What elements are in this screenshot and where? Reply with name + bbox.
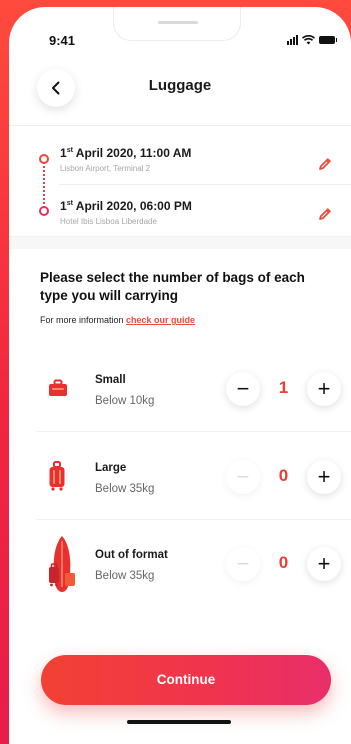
departure-day: 1	[60, 146, 67, 160]
edit-departure-pencil-icon[interactable]	[317, 156, 333, 172]
departure-location: Lisbon Airport, Terminal 2	[60, 164, 151, 173]
large-bag-stepper: − 0 +	[226, 460, 341, 496]
home-indicator	[127, 720, 231, 724]
out-of-format-stepper: − 0 +	[226, 547, 341, 583]
more-info-text: For more information check our guide	[40, 315, 195, 325]
arrival-marker-icon	[39, 206, 49, 216]
bag-row-large: Large Below 35kg − 0 +	[36, 433, 351, 520]
speaker	[158, 21, 198, 24]
status-icons	[287, 35, 337, 45]
signal-icon	[287, 35, 298, 45]
continue-button[interactable]: Continue	[41, 655, 331, 705]
increase-small-button[interactable]: +	[307, 372, 341, 406]
route-connector	[43, 162, 45, 208]
arrival-datetime: 1st April 2020, 06:00 PM	[60, 199, 192, 213]
guide-link[interactable]: check our guide	[126, 315, 195, 325]
increase-out-of-format-button[interactable]: +	[307, 547, 341, 581]
more-info-label: For more information	[40, 315, 127, 325]
departure-stop: 1st April 2020, 11:00 AM Lisbon Airport,…	[60, 146, 191, 173]
device-notch	[113, 7, 241, 41]
departure-datetime: 1st April 2020, 11:00 AM	[60, 146, 191, 160]
small-bag-icon	[49, 379, 67, 396]
bag-weight-limit: Below 35kg	[95, 483, 155, 495]
section-divider	[9, 237, 351, 249]
battery-icon	[319, 36, 337, 44]
bag-name: Out of format	[95, 549, 168, 561]
bag-weight-limit: Below 35kg	[95, 570, 155, 582]
bag-name: Small	[95, 374, 126, 386]
departure-time: April 2020, 11:00 AM	[72, 146, 192, 160]
bag-row-small: Small Below 10kg − 1 +	[36, 345, 351, 432]
route-summary: 1st April 2020, 11:00 AM Lisbon Airport,…	[9, 125, 351, 237]
arrival-time: April 2020, 06:00 PM	[72, 199, 192, 213]
phone-screen: 9:41 Luggage 1st April 2020, 11:00 AM Li…	[9, 7, 351, 744]
increase-large-button[interactable]: +	[307, 460, 341, 494]
bag-name: Large	[95, 462, 127, 474]
surfboard-luggage-icon	[49, 535, 75, 592]
suitcase-icon	[49, 461, 65, 491]
small-bag-stepper: − 1 +	[226, 372, 341, 408]
bag-row-out-of-format: Out of format Below 35kg − 0 +	[36, 520, 351, 607]
page-title: Luggage	[148, 77, 212, 94]
status-time: 9:41	[49, 33, 76, 48]
route-divider	[59, 184, 351, 185]
arrival-stop: 1st April 2020, 06:00 PM Hotel Ibis Lisb…	[60, 199, 192, 226]
arrival-location: Hotel Ibis Lisboa Liberdade	[60, 217, 157, 226]
wifi-icon	[302, 35, 315, 45]
bag-selection-prompt: Please select the number of bags of each…	[40, 270, 305, 303]
edit-arrival-pencil-icon[interactable]	[317, 206, 333, 222]
bag-weight-limit: Below 10kg	[95, 395, 155, 407]
arrival-day: 1	[60, 199, 67, 213]
